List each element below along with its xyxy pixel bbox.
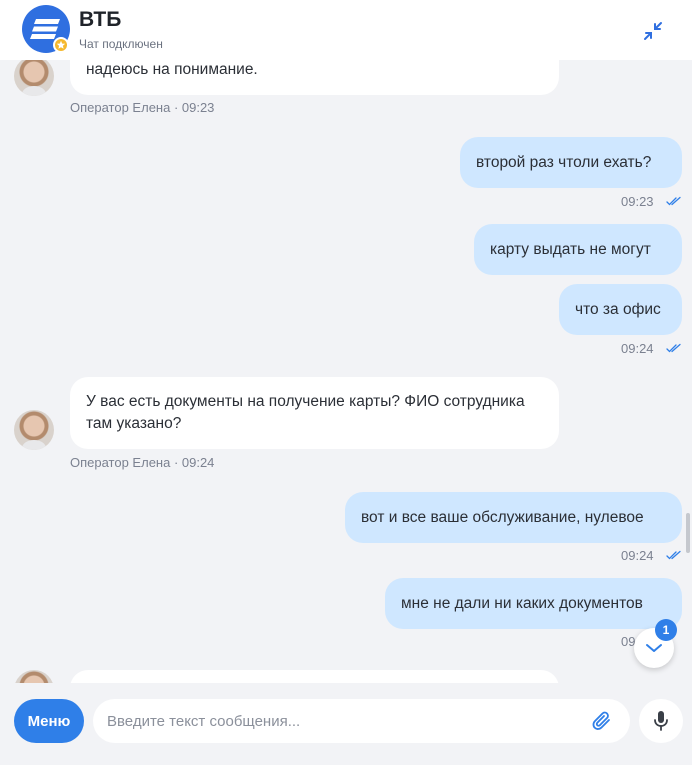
outgoing-message: мне не дали ни каких документов — [385, 578, 682, 629]
connection-status: Чат подключен — [79, 37, 163, 51]
read-ticks-icon — [666, 343, 681, 353]
read-ticks-icon — [666, 550, 681, 560]
message-time: 09:24 — [621, 548, 654, 563]
microphone-icon — [654, 711, 668, 731]
scrollbar[interactable] — [686, 513, 690, 553]
microphone-button[interactable] — [639, 699, 683, 743]
outgoing-message: что за офис — [559, 284, 682, 335]
operator-avatar — [14, 60, 54, 96]
outgoing-message: карту выдать не могут — [474, 224, 682, 275]
message-text: вот и все ваше обслуживание, нулевое — [361, 508, 644, 526]
message-text: что за офис — [575, 300, 661, 318]
outgoing-message: второй раз чтоли ехать? — [460, 137, 682, 188]
unread-count-badge: 1 — [655, 619, 677, 641]
message-meta: Оператор Елена · 09:24 — [70, 455, 215, 470]
incoming-message: надеюсь на понимание. — [70, 60, 559, 95]
chat-header: ВТБ Чат подключен — [0, 0, 692, 60]
message-list[interactable]: надеюсь на понимание. Оператор Елена · 0… — [0, 60, 692, 683]
collapse-icon[interactable] — [642, 20, 664, 42]
message-text: У вас есть документы на получение карты?… — [86, 393, 525, 432]
message-text: мне не дали ни каких документов — [401, 594, 643, 612]
menu-button[interactable]: Меню — [14, 699, 84, 743]
operator-avatar — [14, 670, 54, 683]
message-text: надеюсь на понимание. — [86, 61, 258, 78]
message-text: второй раз чтоли ехать? — [476, 153, 652, 171]
paperclip-icon[interactable] — [591, 710, 613, 732]
incoming-message — [70, 670, 559, 683]
star-badge-icon — [53, 37, 69, 53]
chat-title: ВТБ — [79, 8, 122, 31]
message-composer: Меню — [0, 683, 692, 765]
message-meta: Оператор Елена · 09:23 — [70, 100, 215, 115]
chevron-down-icon — [646, 644, 662, 652]
incoming-message: У вас есть документы на получение карты?… — [70, 377, 559, 449]
message-input[interactable] — [107, 699, 577, 743]
message-text: карту выдать не могут — [490, 240, 651, 258]
read-ticks-icon — [666, 196, 681, 206]
outgoing-message: вот и все ваше обслуживание, нулевое — [345, 492, 682, 543]
operator-avatar — [14, 410, 54, 450]
message-input-wrapper — [93, 699, 630, 743]
message-time: 09:24 — [621, 341, 654, 356]
message-time: 09:23 — [621, 194, 654, 209]
